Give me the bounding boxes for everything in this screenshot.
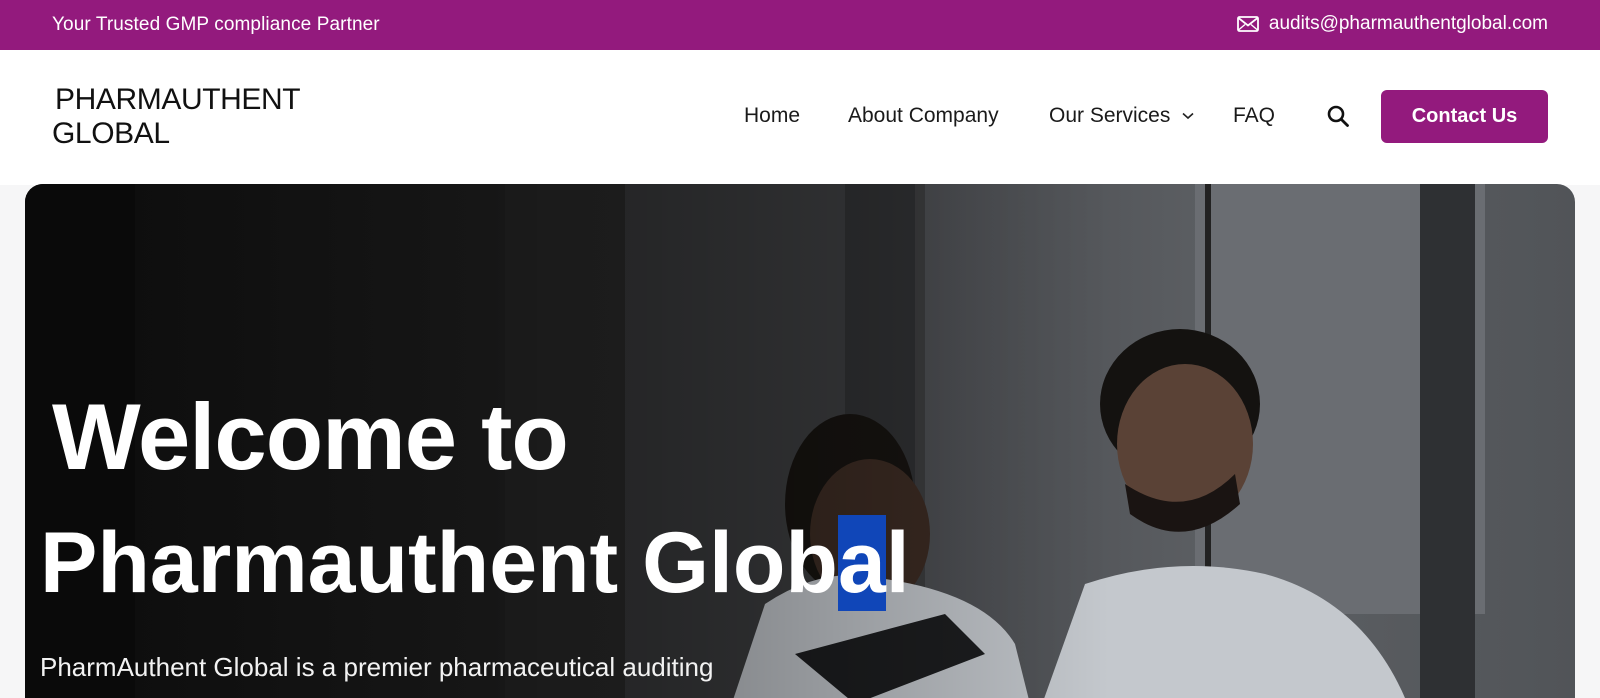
nav-about-company[interactable]: About Company xyxy=(848,104,999,128)
search-icon[interactable] xyxy=(1326,104,1350,133)
top-announcement-bar: Your Trusted GMP compliance Partner audi… xyxy=(0,0,1600,50)
hero-heading-line-2: Pharmauthent Global xyxy=(40,508,910,618)
site-header: PHARMAUTHENT GLOBAL Home About Company O… xyxy=(0,50,1600,185)
nav-our-services[interactable]: Our Services xyxy=(1049,104,1194,128)
nav-home[interactable]: Home xyxy=(744,104,800,128)
hero-description: PharmAuthent Global is a premier pharmac… xyxy=(40,652,714,682)
logo-line-1: PHARMAUTHENT xyxy=(55,83,301,116)
tagline: Your Trusted GMP compliance Partner xyxy=(52,14,380,35)
mail-icon xyxy=(1236,16,1259,32)
nav-faq[interactable]: FAQ xyxy=(1233,104,1275,128)
hero-heading-line-1: Welcome to xyxy=(52,384,569,489)
site-logo[interactable]: PHARMAUTHENT GLOBAL xyxy=(52,83,301,151)
contact-us-button[interactable]: Contact Us xyxy=(1381,90,1548,143)
logo-line-2: GLOBAL xyxy=(52,117,170,150)
email-address: audits@pharmauthentglobal.com xyxy=(1268,13,1548,34)
chevron-down-icon xyxy=(1182,112,1194,120)
hero-heading-text: Pharmauthent Glob xyxy=(40,515,838,611)
text-selection-highlight: a xyxy=(837,515,886,611)
email-link[interactable]: audits@pharmauthentglobal.com xyxy=(1236,13,1548,35)
nav-our-services-label: Our Services xyxy=(1049,104,1171,127)
hero-heading-text-end: l xyxy=(885,515,910,611)
